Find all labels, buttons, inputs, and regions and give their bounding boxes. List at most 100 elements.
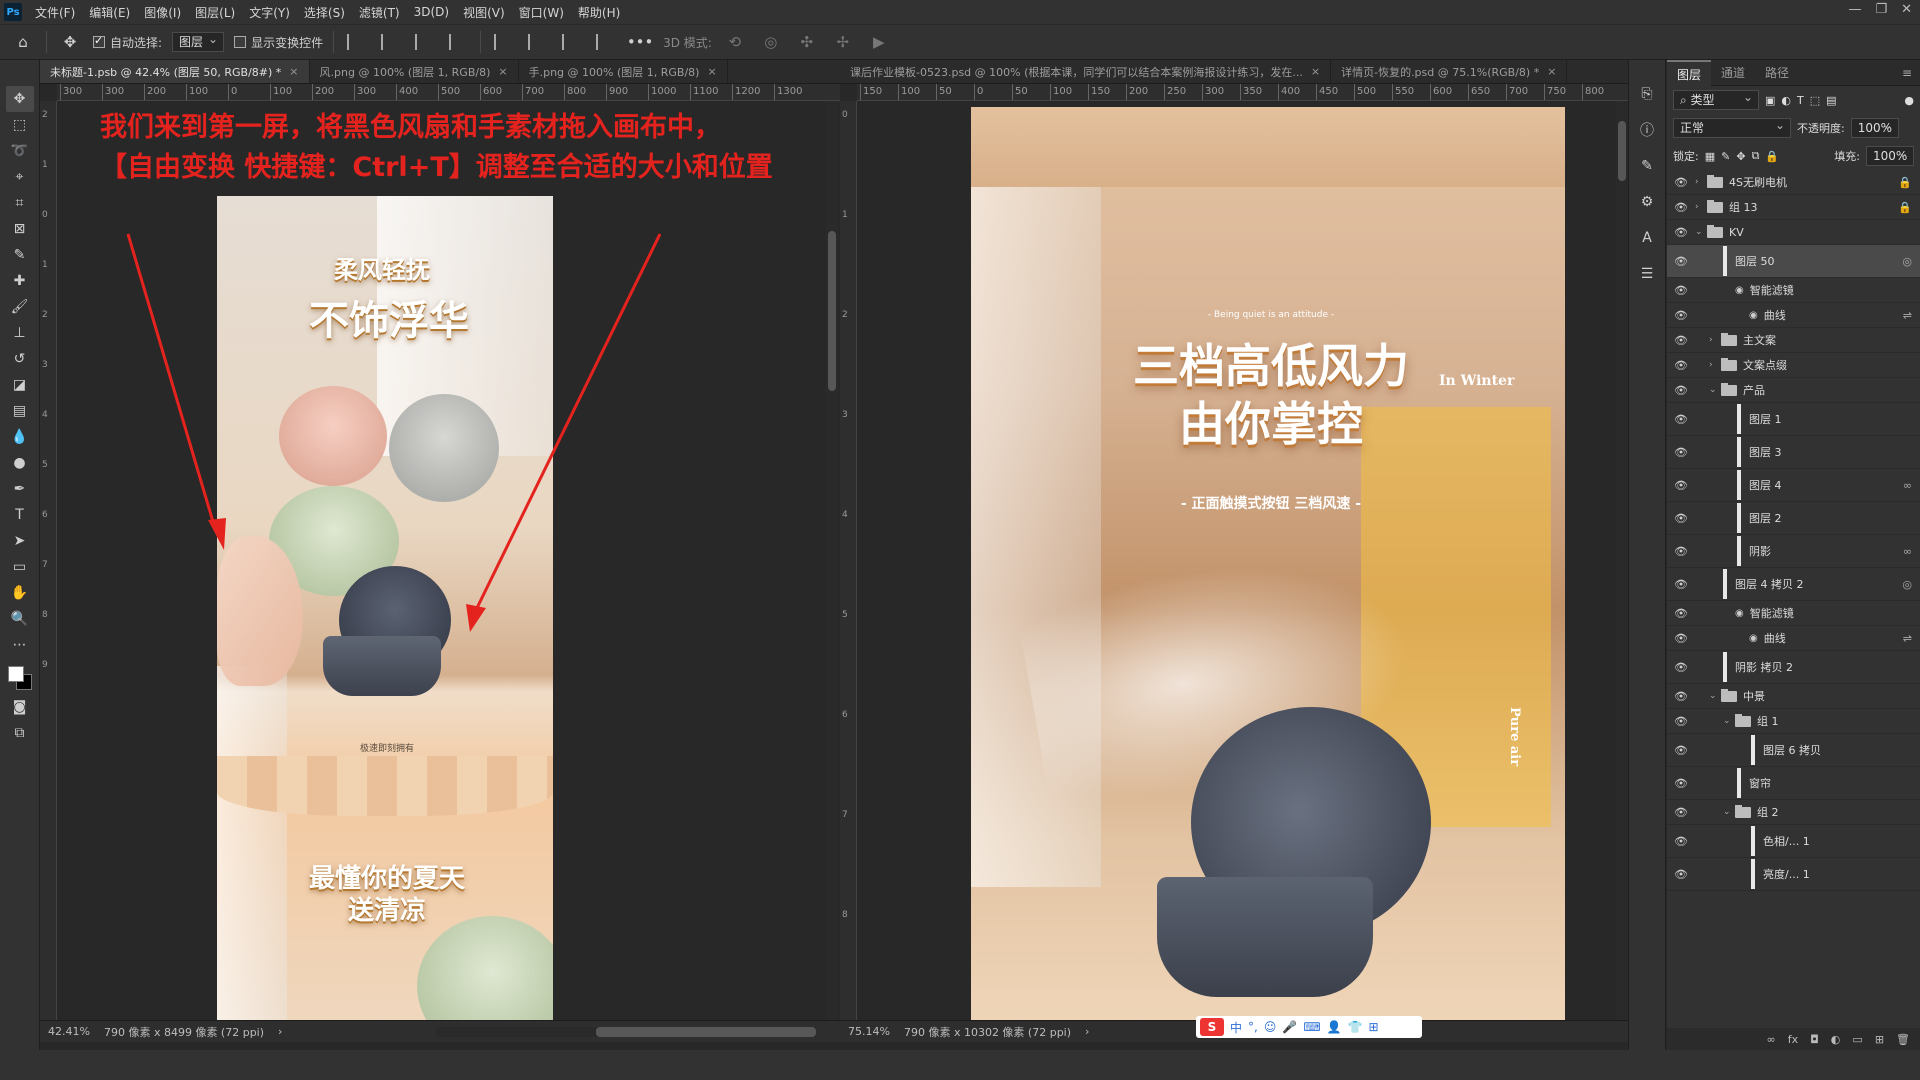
quick-select-tool-icon[interactable]: ⌖ [6, 164, 34, 190]
blur-tool-icon[interactable]: 💧 [6, 424, 34, 450]
ime-chinese-icon[interactable]: 中 [1230, 1019, 1242, 1036]
layer-row[interactable]: 👁 亮度/... 1 [1667, 858, 1920, 891]
layer-row[interactable]: 👁 色相/... 1 [1667, 825, 1920, 858]
expand-chevron-icon[interactable]: ⌄ [1709, 385, 1721, 395]
info-panel-icon[interactable]: ⓘ [1635, 118, 1659, 142]
quick-mask-icon[interactable]: ◙ [6, 694, 34, 720]
marquee-tool-icon[interactable]: ⬚ [6, 112, 34, 138]
zoom-level[interactable]: 75.14% [848, 1025, 890, 1038]
history-brush-icon[interactable]: ↺ [6, 346, 34, 372]
ime-skin-icon[interactable]: 👕 [1348, 1020, 1363, 1034]
expand-chevron-icon[interactable]: › [1695, 202, 1707, 212]
stamp-tool-icon[interactable]: ⊥ [6, 320, 34, 346]
visibility-eye-icon[interactable]: 👁 [1667, 334, 1695, 347]
ime-punctuation-icon[interactable]: °, [1248, 1020, 1258, 1034]
character-panel-icon[interactable]: A [1635, 226, 1659, 250]
visibility-eye-icon[interactable]: 👁 [1667, 226, 1695, 239]
align-center-icon[interactable] [381, 34, 399, 50]
lock-pixels-icon[interactable]: ✎ [1721, 150, 1730, 163]
auto-select-checkbox[interactable]: 自动选择: [93, 34, 162, 51]
scrollbar-thumb[interactable] [828, 231, 836, 391]
menu-image[interactable]: 图像(I) [137, 4, 188, 21]
layer-row[interactable]: 👁 ⌄ 组 2 [1667, 800, 1920, 825]
menu-window[interactable]: 窗口(W) [512, 4, 571, 21]
visibility-eye-icon[interactable]: 👁 [1667, 545, 1695, 558]
path-select-icon[interactable]: ➤ [6, 528, 34, 554]
zoom-tool-icon[interactable]: 🔍 [6, 606, 34, 632]
properties-panel-icon[interactable]: ☰ [1635, 262, 1659, 286]
menu-help[interactable]: 帮助(H) [571, 4, 627, 21]
restore-icon[interactable]: ❐ [1875, 2, 1887, 17]
visibility-eye-icon[interactable]: 👁 [1667, 868, 1695, 881]
vertical-ruler[interactable]: 2 1 0 1 2 3 4 5 6 7 8 9 [40, 101, 57, 1028]
right-poster-artboard[interactable]: - Being quiet is an attitude - 三档高低风力 由你… [971, 107, 1565, 1022]
visibility-eye-icon[interactable]: 👁 [1667, 632, 1695, 645]
eraser-tool-icon[interactable]: ◪ [6, 372, 34, 398]
layer-row[interactable]: 👁 图层 2 [1667, 502, 1920, 535]
layer-row[interactable]: 👁 › 4S无刷电机 🔒 [1667, 170, 1920, 195]
layer-row[interactable]: 👁 ◉ 曲线 ⇌ [1667, 626, 1920, 651]
doc-tab[interactable]: 未标题-1.psb @ 42.4% (图层 50, RGB/8#) * × [40, 60, 310, 83]
filter-eye-icon[interactable]: ◉ [1735, 608, 1744, 619]
layer-row[interactable]: 👁 阴影 ∞ [1667, 535, 1920, 568]
menu-layer[interactable]: 图层(L) [188, 4, 242, 21]
panel-menu-icon[interactable]: ≡ [1902, 66, 1912, 80]
tab-channels[interactable]: 通道 [1711, 60, 1755, 86]
ime-user-icon[interactable]: 👤 [1327, 1020, 1342, 1034]
layer-row[interactable]: 👁 图层 50 ◎ [1667, 245, 1920, 278]
document-info[interactable]: 790 像素 x 10302 像素 (72 ppi) [904, 1024, 1071, 1040]
sogou-logo-icon[interactable]: S [1200, 1018, 1224, 1036]
layer-row[interactable]: 👁 ◉ 智能滤镜 [1667, 601, 1920, 626]
eyedropper-tool-icon[interactable]: ✎ [6, 242, 34, 268]
visibility-eye-icon[interactable]: 👁 [1667, 413, 1695, 426]
layer-row[interactable]: 👁 图层 3 [1667, 436, 1920, 469]
add-mask-icon[interactable]: ◘ [1810, 1033, 1819, 1046]
visibility-eye-icon[interactable]: 👁 [1667, 384, 1695, 397]
layer-row[interactable]: 👁 ◉ 智能滤镜 [1667, 278, 1920, 303]
screen-mode-icon[interactable]: ⧉ [6, 720, 34, 746]
align-middle-icon[interactable] [528, 34, 546, 50]
new-group-icon[interactable]: ▭ [1852, 1033, 1862, 1046]
horizontal-ruler[interactable]: 300 300 200 100 0 100 200 300 400 500 600 700 800 900… [57, 84, 840, 101]
filter-eye-icon[interactable]: ◉ [1749, 633, 1758, 644]
filter-adjustment-icon[interactable]: ◐ [1781, 94, 1791, 107]
3d-roll-icon[interactable]: ◎ [758, 30, 784, 54]
doc-tab[interactable]: 详情页-恢复的.psd @ 75.1%(RGB/8) * × [1331, 60, 1568, 83]
visibility-eye-icon[interactable]: 👁 [1667, 479, 1695, 492]
gradient-tool-icon[interactable]: ▤ [6, 398, 34, 424]
doc-tab[interactable]: 风.png @ 100% (图层 1, RGB/8) × [309, 60, 519, 83]
3d-camera-icon[interactable]: ▶ [866, 30, 892, 54]
show-transform-checkbox[interactable]: 显示变换控件 [234, 34, 323, 51]
tab-layers[interactable]: 图层 [1667, 59, 1712, 86]
layer-row[interactable]: 👁 › 主文案 [1667, 328, 1920, 353]
visibility-eye-icon[interactable]: 👁 [1667, 359, 1695, 372]
menu-view[interactable]: 视图(V) [456, 4, 512, 21]
brush-tool-icon[interactable]: 🖌 [6, 294, 34, 320]
more-tools-icon[interactable]: ⋯ [6, 632, 34, 658]
3d-pan-icon[interactable]: ✣ [794, 30, 820, 54]
layer-row[interactable]: 👁 图层 4 ∞ [1667, 469, 1920, 502]
ime-voice-icon[interactable]: 🎤 [1282, 1020, 1297, 1034]
move-tool-icon[interactable]: ✥ [5, 86, 34, 112]
lasso-tool-icon[interactable]: ➰ [6, 138, 34, 164]
layer-row[interactable]: 👁 ⌄ 中景 [1667, 684, 1920, 709]
lock-transparency-icon[interactable]: ▦ [1705, 150, 1715, 163]
input-method-bar[interactable]: S 中 °, ☺ 🎤 ⌨ 👤 👕 ⊞ [1196, 1016, 1422, 1038]
history-panel-icon[interactable]: ⎘ [1635, 82, 1659, 106]
minimize-icon[interactable]: — [1848, 2, 1861, 17]
hand-tool-icon[interactable]: ✋ [6, 580, 34, 606]
menu-type[interactable]: 文字(Y) [242, 4, 297, 21]
lock-artboard-icon[interactable]: ⧉ [1752, 149, 1760, 163]
close-icon[interactable]: × [1547, 65, 1556, 78]
new-layer-icon[interactable]: ⊞ [1875, 1033, 1884, 1046]
filter-type-icon[interactable]: T [1797, 94, 1804, 107]
brush-panel-icon[interactable]: ✎ [1635, 154, 1659, 178]
menu-select[interactable]: 选择(S) [297, 4, 352, 21]
menu-edit[interactable]: 编辑(E) [82, 4, 137, 21]
filter-eye-icon[interactable]: ◉ [1735, 285, 1744, 296]
layer-row[interactable]: 👁 图层 6 拷贝 [1667, 734, 1920, 767]
close-icon[interactable]: ✕ [1901, 2, 1912, 17]
layer-row[interactable]: 👁 › 组 13 🔒 [1667, 195, 1920, 220]
filter-shape-icon[interactable]: ⬚ [1810, 94, 1820, 107]
visibility-eye-icon[interactable]: 👁 [1667, 284, 1695, 297]
